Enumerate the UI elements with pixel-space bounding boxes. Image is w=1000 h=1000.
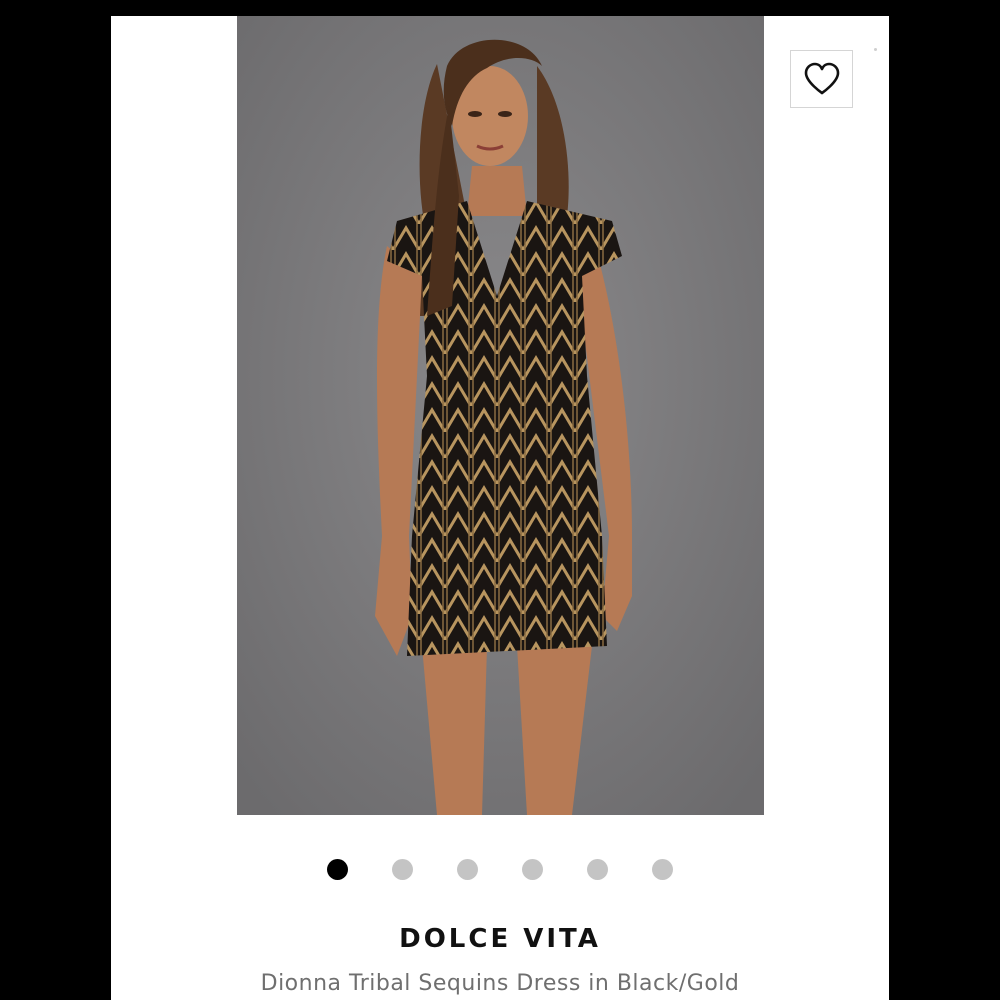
carousel-dot-2[interactable] — [392, 859, 413, 880]
carousel-dot-3[interactable] — [457, 859, 478, 880]
product-card: DOLCE VITA Dionna Tribal Sequins Dress i… — [111, 16, 889, 1000]
carousel-dot-6[interactable] — [652, 859, 673, 880]
product-photo[interactable] — [237, 16, 764, 815]
corner-indicator — [874, 48, 877, 51]
model-illustration — [237, 16, 764, 815]
carousel-pagination — [111, 859, 889, 881]
carousel-dot-5[interactable] — [587, 859, 608, 880]
carousel-dot-1[interactable] — [327, 859, 348, 880]
carousel-dot-4[interactable] — [522, 859, 543, 880]
favorite-button[interactable] — [790, 50, 853, 108]
screen: DOLCE VITA Dionna Tribal Sequins Dress i… — [0, 0, 1000, 1000]
heart-outline-icon — [804, 62, 839, 95]
product-title[interactable]: Dionna Tribal Sequins Dress in Black/Gol… — [111, 971, 889, 996]
brand-name[interactable]: DOLCE VITA — [111, 924, 889, 954]
